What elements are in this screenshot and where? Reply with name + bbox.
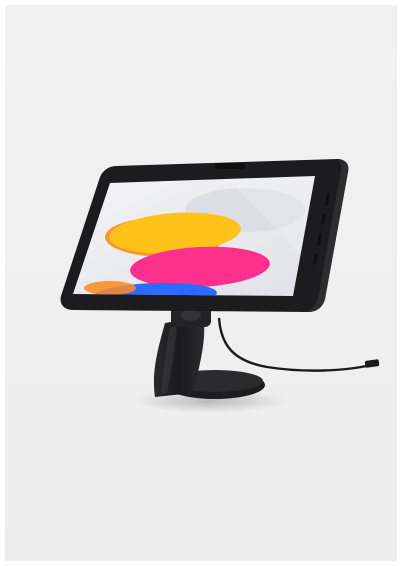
product-photo: [5, 5, 397, 561]
page: [0, 0, 403, 566]
enclosure-top-notch: [215, 163, 245, 169]
cable-plug: [364, 359, 380, 368]
charging-cable: [217, 317, 372, 372]
tablet-kiosk-stand-illustration: [60, 159, 380, 413]
